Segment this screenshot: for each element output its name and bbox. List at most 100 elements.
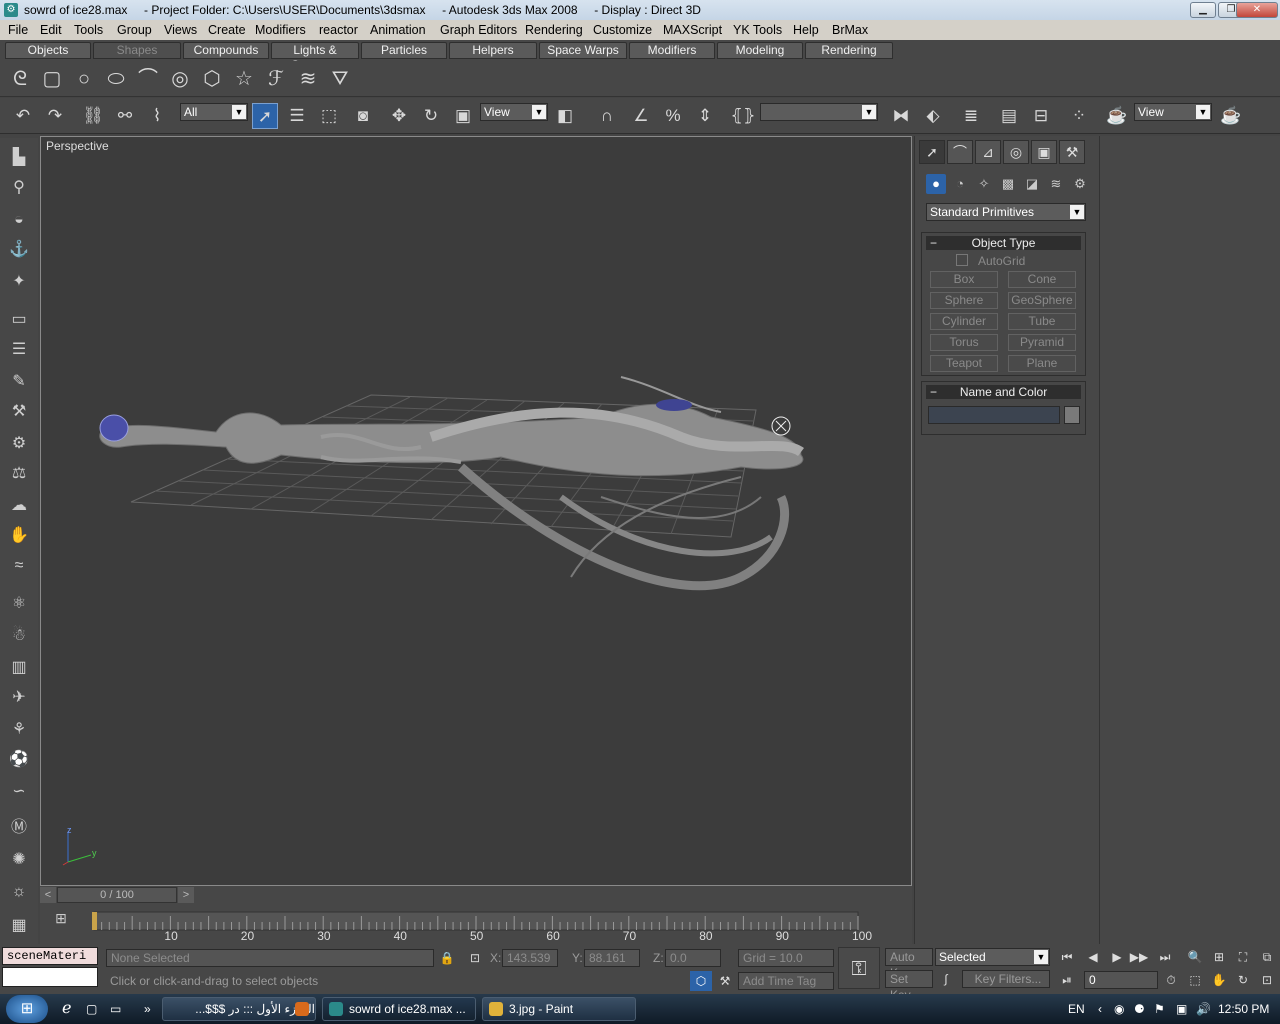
toolbar-tool-12-icon[interactable]: ☁ xyxy=(7,494,31,518)
key-selection-dropdown[interactable]: Selected ▼ xyxy=(935,948,1050,966)
menu-file[interactable]: File xyxy=(6,20,30,40)
tab-compounds[interactable]: Compounds xyxy=(183,42,269,59)
auto-key-button[interactable]: Auto Key xyxy=(885,948,933,980)
text-shape-icon[interactable]: ℱ xyxy=(264,67,288,91)
toolbar-tool-7-icon[interactable]: ☰ xyxy=(7,338,31,362)
tab-helpers[interactable]: Helpers xyxy=(449,42,537,59)
toolbar-tool-20-icon[interactable]: ⚽ xyxy=(7,748,31,772)
isolate-selection-icon[interactable]: ⚒ xyxy=(714,971,736,991)
zoom-all-icon[interactable]: ⊞ xyxy=(1208,947,1230,967)
volume-icon[interactable]: 🔊 xyxy=(1196,994,1211,1024)
current-frame-field[interactable]: 0 xyxy=(1084,971,1158,989)
toolbar-tool-9-icon[interactable]: ⚒ xyxy=(7,400,31,424)
folder-icon[interactable]: ▢ xyxy=(86,994,97,1024)
quick-render-teapot-icon[interactable]: ☕ xyxy=(1218,103,1244,129)
toolbar-tool-15-icon[interactable]: ⚛ xyxy=(7,592,31,616)
menu-group[interactable]: Group xyxy=(115,20,154,40)
rect-selection-region-icon[interactable]: ⬚ xyxy=(316,103,342,129)
line-shape-icon[interactable]: ᘓ xyxy=(8,67,32,91)
select-link-icon[interactable]: ⛓ xyxy=(80,103,106,129)
arc-shape-icon[interactable]: ⌒ xyxy=(136,67,160,91)
tab-modifiers[interactable]: Modifiers xyxy=(629,42,715,59)
rectangle-shape-icon[interactable]: ▢ xyxy=(40,67,64,91)
menu-brmax[interactable]: BrMax xyxy=(830,20,870,40)
systems-icon[interactable]: ⚙ xyxy=(1070,174,1090,194)
toolbar-tool-10-icon[interactable]: ⚙ xyxy=(7,432,31,456)
tab-lights-cameras[interactable]: Lights & Cameras xyxy=(271,42,359,72)
menu-views[interactable]: Views xyxy=(162,20,199,40)
tube-button[interactable]: Tube xyxy=(1008,313,1076,330)
toolbar-tool-4-icon[interactable]: ⚓ xyxy=(7,238,31,262)
rotate-icon[interactable]: ↻ xyxy=(418,103,444,129)
tray-app-1-icon[interactable]: ◉ xyxy=(1114,994,1124,1024)
previous-frame-icon[interactable]: ◀ xyxy=(1082,947,1104,967)
object-name-input[interactable] xyxy=(928,406,1060,424)
start-button[interactable]: ⊞ xyxy=(6,995,48,1023)
go-to-start-icon[interactable]: ⏮ xyxy=(1056,947,1078,967)
x-coordinate-field[interactable]: 143.539 xyxy=(502,949,558,967)
mirror-icon[interactable]: ⧓ xyxy=(888,103,914,129)
add-time-tag-field[interactable]: Add Time Tag xyxy=(738,972,834,990)
selection-filter-dropdown[interactable]: All ▼ xyxy=(180,103,248,121)
shapes-icon[interactable]: ◔ xyxy=(950,174,970,194)
zoom-extents-all-icon[interactable]: ⧉ xyxy=(1256,947,1278,967)
next-frame-icon[interactable]: ▶▶ xyxy=(1128,947,1150,967)
toolbar-tool-17-icon[interactable]: ▥ xyxy=(7,656,31,680)
tray-app-2-icon[interactable]: ⚈ xyxy=(1134,994,1145,1024)
teapot-button[interactable]: Teapot xyxy=(930,355,998,372)
absolute-mode-icon[interactable]: ⊡ xyxy=(464,948,486,968)
menu-reactor[interactable]: reactor xyxy=(317,20,360,40)
orbit-icon[interactable]: ↻ xyxy=(1232,970,1254,990)
maxscript-listener-field[interactable]: sceneMateri xyxy=(2,947,98,965)
track-bar[interactable]: ⊞ 10 20 30 40 50 60 70 80 90 100 xyxy=(40,904,912,944)
toolbar-tool-8-icon[interactable]: ✎ xyxy=(7,370,31,394)
edit-named-selection-icon[interactable]: ⦃⦄ xyxy=(730,103,756,129)
create-panel-icon[interactable]: ➚ xyxy=(919,140,945,164)
key-filters-button[interactable]: Key Filters... xyxy=(962,970,1050,988)
menu-animation[interactable]: Animation xyxy=(368,20,428,40)
unlink-icon[interactable]: ⚯ xyxy=(112,103,138,129)
hierarchy-panel-icon[interactable]: ⊿ xyxy=(975,140,1001,164)
taskbar-item-paint[interactable]: 3.jpg - Paint xyxy=(482,997,636,1021)
key-mode-icon[interactable]: ⚿ xyxy=(838,947,880,989)
object-color-swatch[interactable] xyxy=(1064,406,1080,424)
pan-icon[interactable]: ✋ xyxy=(1208,970,1230,990)
toolbar-tool-18-icon[interactable]: ✈ xyxy=(7,686,31,710)
lights-icon[interactable]: ✧ xyxy=(974,174,994,194)
set-key-curve-icon[interactable]: ∫ xyxy=(935,969,957,989)
scale-icon[interactable]: ▣ xyxy=(450,103,476,129)
menu-rendering[interactable]: Rendering xyxy=(523,20,585,40)
snaps-toggle-icon[interactable]: ∩ xyxy=(594,103,620,129)
ellipse-shape-icon[interactable]: ⬭ xyxy=(104,67,128,91)
box-button[interactable]: Box xyxy=(930,271,998,288)
curve-editor-icon[interactable]: ▤ xyxy=(996,103,1022,129)
minimize-icon[interactable]: ▁ xyxy=(1190,2,1216,18)
menu-customize[interactable]: Customize xyxy=(591,20,654,40)
toolbar-tool-1-icon[interactable]: ▙ xyxy=(7,146,31,170)
menu-tools[interactable]: Tools xyxy=(72,20,105,40)
toolbar-tool-5-icon[interactable]: ✦ xyxy=(7,270,31,294)
tab-space-warps[interactable]: Space Warps xyxy=(539,42,627,59)
toolbar-tool-14-icon[interactable]: ≈ xyxy=(7,554,31,578)
go-to-end-icon[interactable]: ⏭ xyxy=(1154,947,1176,967)
circle-shape-icon[interactable]: ○ xyxy=(72,67,96,91)
space-warps-icon[interactable]: ≋ xyxy=(1046,174,1066,194)
tray-expand-icon[interactable]: ‹ xyxy=(1098,994,1102,1024)
tab-modeling[interactable]: Modeling xyxy=(717,42,803,59)
autogrid-checkbox[interactable] xyxy=(956,254,968,266)
selection-lock-toggle-icon[interactable]: ⬡ xyxy=(690,971,712,991)
toolbar-tool-11-icon[interactable]: ⚖ xyxy=(7,462,31,486)
utilities-panel-icon[interactable]: ⚒ xyxy=(1059,140,1085,164)
layer-manager-icon[interactable]: ≣ xyxy=(958,103,984,129)
ref-coord-dropdown[interactable]: View ▼ xyxy=(480,103,548,121)
show-desktop-icon[interactable]: ▭ xyxy=(110,994,121,1024)
menu-create[interactable]: Create xyxy=(206,20,248,40)
internet-explorer-icon[interactable]: ℯ xyxy=(62,994,71,1024)
toolbar-tool-21-icon[interactable]: ∽ xyxy=(7,780,31,804)
star-shape-icon[interactable]: ☆ xyxy=(232,67,256,91)
time-slider-thumb[interactable]: 0 / 100 xyxy=(57,887,177,903)
key-mode-toggle-icon[interactable]: ⏯ xyxy=(1056,970,1078,990)
time-slider[interactable]: < 0 / 100 > xyxy=(40,886,912,904)
motion-panel-icon[interactable]: ◎ xyxy=(1003,140,1029,164)
language-indicator[interactable]: EN xyxy=(1068,994,1085,1024)
